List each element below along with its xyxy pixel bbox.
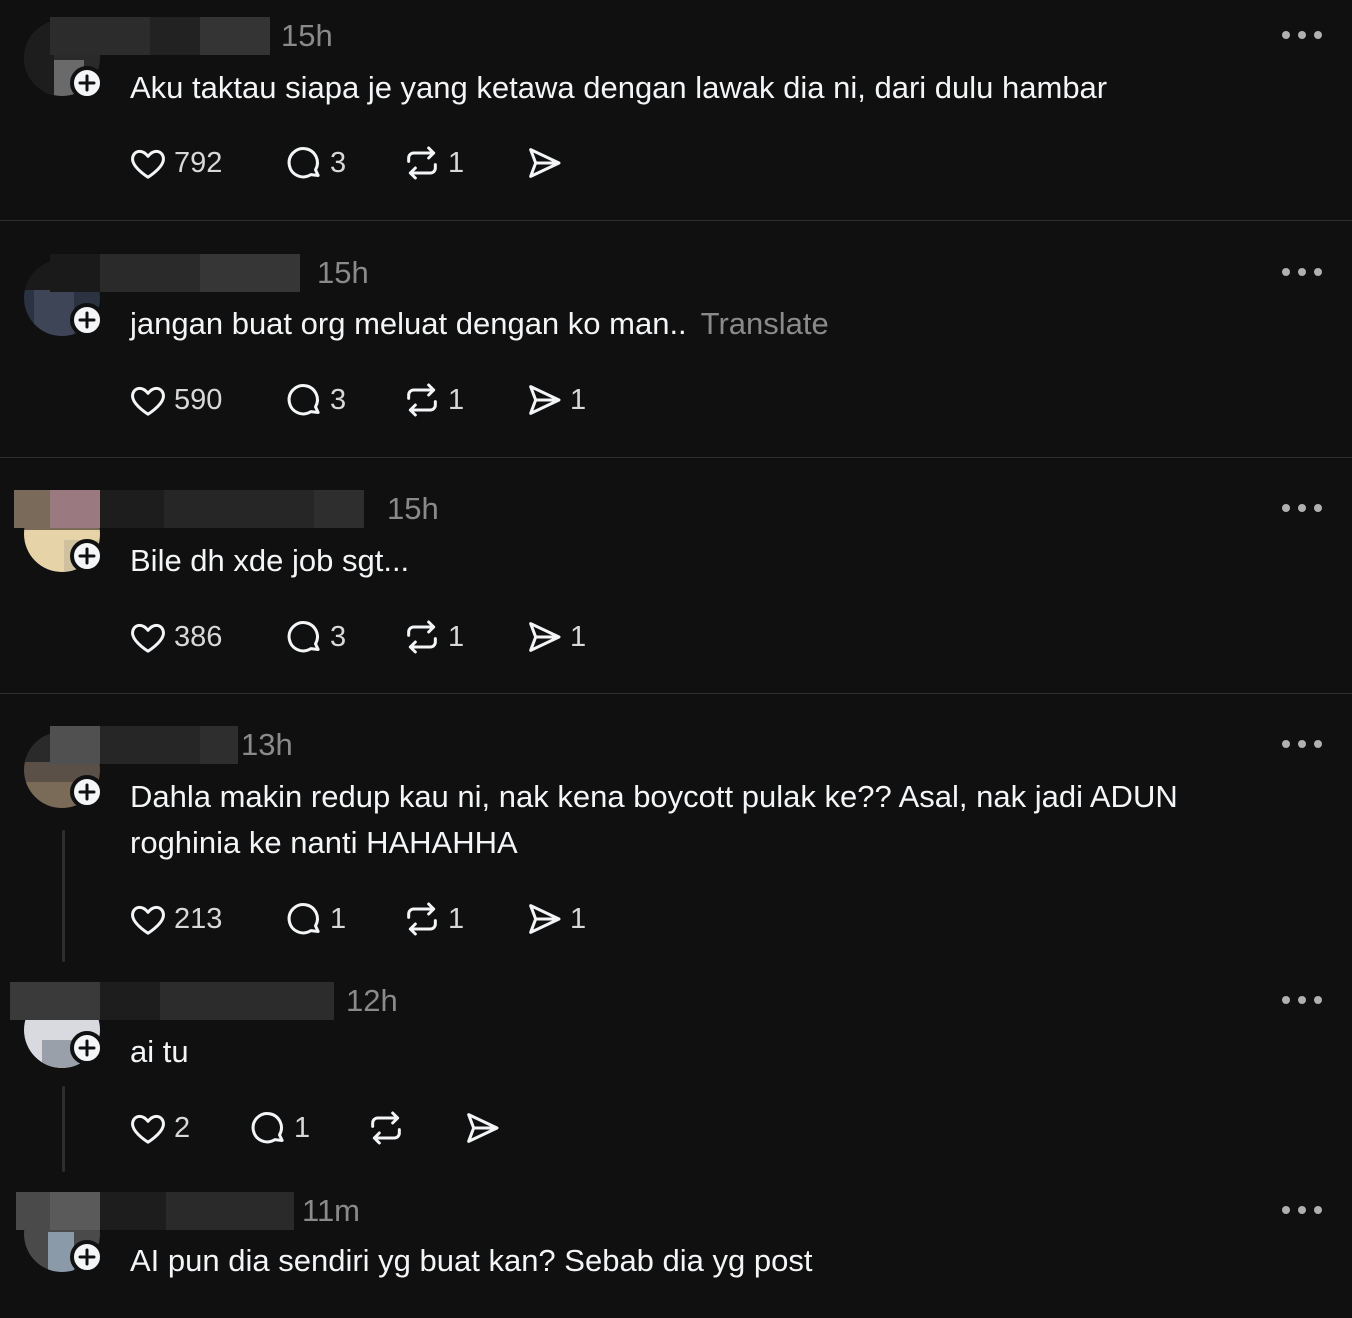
post-timestamp: 15h	[317, 255, 369, 290]
more-options-icon[interactable]	[1282, 996, 1322, 1006]
reply-count: 1	[294, 1111, 311, 1144]
thread-post: 11m AI pun dia sendiri yg buat kan? Seba…	[0, 1174, 1352, 1318]
username-redacted[interactable]	[50, 726, 238, 764]
share-button[interactable]	[524, 141, 570, 185]
thread-line	[62, 830, 65, 962]
repost-icon	[407, 620, 437, 654]
send-icon	[529, 622, 561, 652]
share-button[interactable]: 1	[524, 897, 586, 941]
repost-count: 1	[448, 902, 465, 935]
thread-post: 15h Aku taktau siapa je yang ketawa deng…	[0, 0, 1352, 220]
repost-count: 1	[448, 383, 465, 416]
more-options-icon[interactable]	[1282, 504, 1322, 514]
like-button[interactable]: 386	[128, 615, 222, 659]
follow-plus-icon[interactable]	[70, 1240, 104, 1274]
post-text: Aku taktau siapa je yang ketawa dengan l…	[130, 70, 1108, 105]
thread-post: 13h Dahla makin redup kau ni, nak kena b…	[0, 694, 1352, 974]
follow-plus-icon[interactable]	[70, 66, 104, 100]
heart-icon	[131, 149, 165, 179]
post-text: Dahla makin redup kau ni, nak kena boyco…	[130, 779, 1178, 860]
send-icon	[529, 148, 561, 178]
repost-count: 1	[448, 146, 465, 179]
comment-icon	[251, 1112, 284, 1144]
send-icon	[467, 1113, 499, 1143]
post-text: ai tu	[130, 1034, 189, 1069]
send-icon	[529, 385, 561, 415]
comment-icon	[287, 147, 320, 179]
like-button[interactable]: 590	[128, 378, 222, 422]
repost-icon	[407, 383, 437, 417]
post-timestamp: 15h	[281, 18, 333, 53]
follow-plus-icon[interactable]	[70, 1031, 104, 1065]
follow-plus-icon[interactable]	[70, 303, 104, 337]
like-count: 213	[174, 902, 223, 935]
thread-line	[62, 1086, 65, 1172]
repost-icon	[407, 146, 437, 180]
share-button[interactable]	[462, 1106, 508, 1150]
repost-button[interactable]: 1	[402, 141, 464, 185]
reply-button[interactable]: 3	[284, 615, 346, 659]
heart-icon	[131, 905, 165, 935]
post-timestamp: 12h	[346, 983, 398, 1018]
repost-button[interactable]: 1	[402, 897, 464, 941]
like-count: 2	[174, 1111, 191, 1144]
comment-icon	[287, 903, 320, 935]
heart-icon	[131, 623, 165, 653]
comment-icon	[287, 621, 320, 653]
follow-plus-icon[interactable]	[70, 539, 104, 573]
reply-count: 1	[330, 902, 347, 935]
more-options-icon[interactable]	[1282, 268, 1322, 278]
comment-icon	[287, 384, 320, 416]
username-redacted[interactable]	[50, 17, 270, 55]
heart-icon	[131, 386, 165, 416]
reply-button[interactable]: 3	[284, 378, 346, 422]
repost-button[interactable]: 1	[402, 615, 464, 659]
repost-icon	[371, 1111, 401, 1145]
post-timestamp: 13h	[241, 727, 293, 762]
thread-post: 12h ai tu 2 1	[0, 974, 1352, 1174]
like-button[interactable]: 792	[128, 141, 222, 185]
username-redacted[interactable]	[14, 490, 374, 528]
repost-button[interactable]: 1	[402, 378, 464, 422]
thread-post: 15h jangan buat org meluat dengan ko man…	[0, 221, 1352, 457]
post-timestamp: 11m	[302, 1193, 361, 1228]
share-button[interactable]: 1	[524, 378, 586, 422]
share-button[interactable]: 1	[524, 615, 586, 659]
post-text: AI pun dia sendiri yg buat kan? Sebab di…	[130, 1243, 813, 1278]
repost-button[interactable]	[366, 1106, 412, 1150]
post-text: jangan buat org meluat dengan ko man.. Tr…	[130, 301, 829, 347]
like-button[interactable]: 213	[128, 897, 222, 941]
more-options-icon[interactable]	[1282, 740, 1322, 750]
like-button[interactable]: 2	[128, 1106, 190, 1150]
reply-count: 3	[330, 146, 347, 179]
repost-count: 1	[448, 620, 465, 653]
translate-link[interactable]: Translate	[701, 306, 829, 341]
reply-button[interactable]: 1	[248, 1106, 310, 1150]
follow-plus-icon[interactable]	[70, 775, 104, 809]
repost-icon	[407, 902, 437, 936]
thread-post: 15h Bile dh xde job sgt... 386 3 1 1	[0, 458, 1352, 693]
send-icon	[529, 904, 561, 934]
post-text-content: jangan buat org meluat dengan ko man..	[130, 306, 687, 341]
more-options-icon[interactable]	[1282, 31, 1322, 41]
heart-icon	[131, 1114, 165, 1144]
like-count: 792	[174, 146, 223, 179]
post-text: Bile dh xde job sgt...	[130, 543, 410, 578]
like-count: 590	[174, 383, 223, 416]
reply-count: 3	[330, 383, 347, 416]
like-count: 386	[174, 620, 223, 653]
username-redacted[interactable]	[16, 1192, 294, 1230]
share-count: 1	[570, 620, 587, 653]
more-options-icon[interactable]	[1282, 1206, 1322, 1216]
share-count: 1	[570, 902, 587, 935]
username-redacted[interactable]	[50, 254, 300, 292]
reply-button[interactable]: 1	[284, 897, 346, 941]
reply-count: 3	[330, 620, 347, 653]
reply-button[interactable]: 3	[284, 141, 346, 185]
post-timestamp: 15h	[387, 491, 439, 526]
share-count: 1	[570, 383, 587, 416]
username-redacted[interactable]	[10, 982, 334, 1020]
